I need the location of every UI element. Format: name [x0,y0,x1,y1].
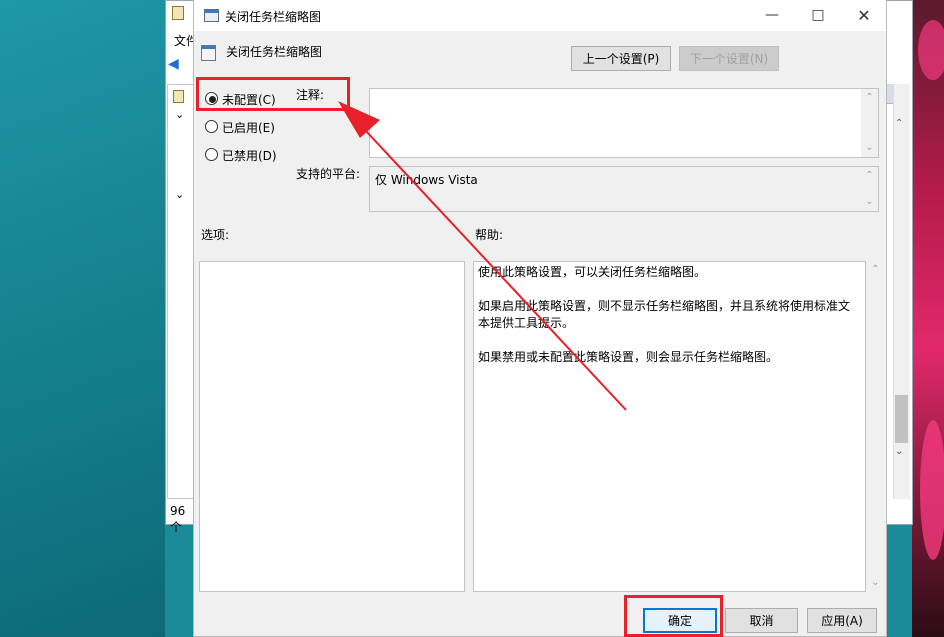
help-scroll-down-icon[interactable]: ⌄ [867,577,884,588]
previous-setting-button[interactable]: 上一个设置(P) [571,46,671,71]
desktop-wallpaper-left [0,0,165,637]
wallpaper-flower [920,420,944,560]
platform-scroll-down-icon[interactable]: ⌄ [861,196,878,207]
platform-field: 仅 Windows Vista [369,166,879,212]
radio-enabled-label[interactable]: 已启用(E) [222,119,275,136]
background-scroll-thumb[interactable] [895,395,908,443]
tree-expand-icon[interactable]: ⌄ [175,108,184,121]
apply-button[interactable]: 应用(A) [807,608,877,633]
minimize-icon[interactable]: — [749,0,795,31]
help-pane: 使用此策略设置，可以关闭任务栏缩略图。 如果启用此策略设置，则不显示任务栏缩略图… [473,261,866,592]
options-pane [199,261,465,592]
annotation-box-radio [196,77,350,111]
comment-scroll-up-icon[interactable]: ⌃ [861,92,878,103]
comment-textarea[interactable] [369,88,879,158]
platform-label: 支持的平台: [296,167,361,181]
policy-app-icon-bar [205,10,218,13]
policy-setting-icon-bar [202,46,215,49]
back-arrow-icon[interactable]: ◀ [168,56,179,72]
tree-expand-icon[interactable]: ⌄ [175,188,184,201]
background-scroll-down-icon[interactable]: ⌄ [895,446,903,457]
help-scrollbar[interactable] [867,261,884,592]
platform-scroll-up-icon[interactable]: ⌃ [861,170,878,181]
background-tree-doc-icon [173,90,184,103]
help-paragraph: 使用此策略设置，可以关闭任务栏缩略图。 [478,265,707,279]
wallpaper-flower [918,20,944,80]
help-paragraph: 如果禁用或未配置此策略设置，则会显示任务栏缩略图。 [478,350,779,364]
next-setting-button[interactable]: 下一个设置(N) [679,46,779,71]
annotation-box-ok [624,595,723,637]
help-label: 帮助: [475,228,504,242]
radio-enabled[interactable] [205,120,218,133]
maximize-icon[interactable]: □ [795,0,841,31]
radio-disabled[interactable] [205,148,218,161]
background-scroll-up-icon[interactable]: ⌃ [895,118,903,129]
cancel-button[interactable]: 取消 [725,608,798,633]
help-paragraph: 如果启用此策略设置，则不显示任务栏缩略图，并且系统将使用标准文本提供工具提示。 [478,299,851,330]
platform-value: 仅 Windows Vista [375,173,478,187]
help-scroll-up-icon[interactable]: ⌃ [867,264,884,275]
policy-header-title: 关闭任务栏缩略图 [226,45,323,59]
dialog-title: 关闭任务栏缩略图 [225,10,322,24]
close-icon[interactable]: ✕ [841,0,887,31]
options-label: 选项: [201,228,230,242]
radio-disabled-label[interactable]: 已禁用(D) [222,147,277,164]
comment-scroll-down-icon[interactable]: ⌄ [861,142,878,153]
background-doc-icon [172,6,184,20]
